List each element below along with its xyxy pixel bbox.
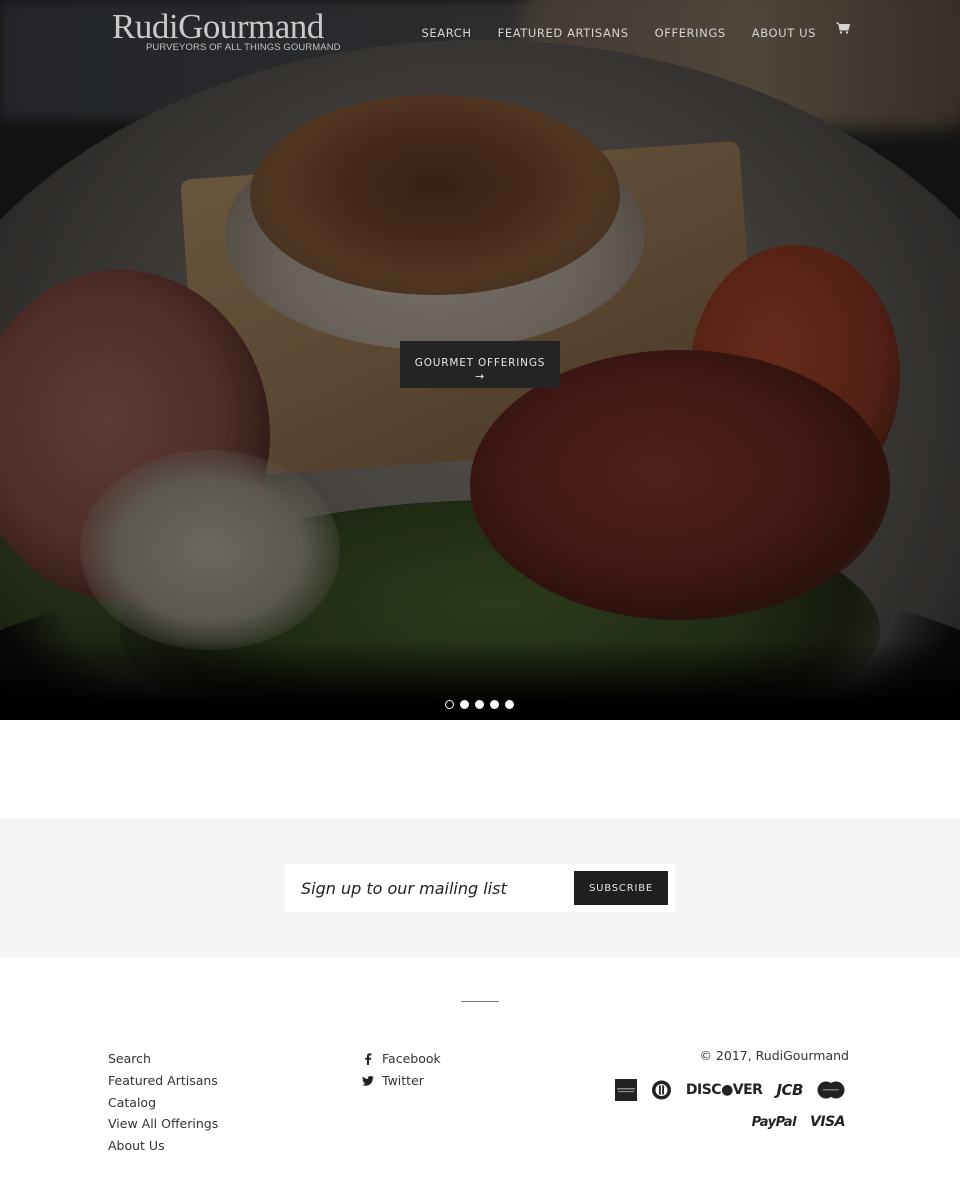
gourmet-offerings-button[interactable]: GOURMET OFFERINGS → <box>400 341 560 388</box>
social-item-twitter: Twitter <box>362 1070 441 1092</box>
footer-menu-item: View All Offerings <box>108 1113 218 1135</box>
visa-icon: VISA <box>810 1114 845 1130</box>
main-nav: Search Featured Artisans Offerings About… <box>395 22 850 40</box>
slide-dot-5[interactable] <box>505 700 514 709</box>
copyright-text: © 2017, RudiGourmand <box>699 1048 849 1063</box>
footer-menu-item: Featured Artisans <box>108 1070 218 1092</box>
cart-button[interactable] <box>836 22 850 34</box>
nav-offerings[interactable]: Offerings <box>655 26 726 40</box>
footer-link-catalog[interactable]: Catalog <box>108 1095 156 1110</box>
payment-icons-row-2: PayPal VISA <box>738 1114 846 1130</box>
subscribe-button[interactable]: SUBSCRIBE <box>574 871 668 905</box>
mastercard-icon <box>817 1081 845 1099</box>
footer-menu: Search Featured Artisans Catalog View Al… <box>108 1048 218 1157</box>
discover-icon: DISC●VER <box>685 1082 763 1098</box>
nav-about-us[interactable]: About Us <box>752 26 816 40</box>
footer-menu-item: Catalog <box>108 1092 218 1114</box>
social-item-facebook: Facebook <box>362 1048 441 1070</box>
footer-link-view-all-offerings[interactable]: View All Offerings <box>108 1116 218 1131</box>
logo-title: RudiGourmand <box>112 7 324 46</box>
arrow-right-icon: → <box>474 369 486 383</box>
slide-dot-4[interactable] <box>490 700 499 709</box>
content-spacer <box>0 720 960 818</box>
slideshow-pagination <box>445 700 520 709</box>
facebook-link[interactable]: Facebook <box>382 1051 441 1066</box>
american-express-icon <box>614 1079 637 1101</box>
nav-search[interactable]: Search <box>421 26 471 40</box>
logo-tagline: PURVEYORS OF ALL THINGS GOURMAND <box>146 42 341 53</box>
paypal-icon: PayPal <box>751 1114 797 1130</box>
cart-icon <box>836 22 850 34</box>
footer-divider <box>461 1001 499 1002</box>
footer-link-featured-artisans[interactable]: Featured Artisans <box>108 1073 218 1088</box>
logo-link[interactable]: RudiGourmand PURVEYORS OF ALL THINGS GOU… <box>112 7 354 53</box>
site-footer: Search Featured Artisans Catalog View Al… <box>0 957 960 1188</box>
site-header: RudiGourmand PURVEYORS OF ALL THINGS GOU… <box>0 0 960 70</box>
payment-icons-row-1: DISC●VER JCB <box>601 1079 845 1101</box>
newsletter-section: SUBSCRIBE <box>0 818 960 957</box>
social-links: Facebook Twitter <box>362 1048 441 1092</box>
slide-dot-3[interactable] <box>475 700 484 709</box>
twitter-icon <box>362 1075 374 1087</box>
twitter-link[interactable]: Twitter <box>382 1073 424 1088</box>
slide-dot-2[interactable] <box>460 700 469 709</box>
newsletter-email-input[interactable] <box>285 864 573 912</box>
diners-club-icon <box>651 1080 672 1100</box>
nav-featured-artisans[interactable]: Featured Artisans <box>498 26 629 40</box>
jcb-icon: JCB <box>776 1081 803 1099</box>
footer-menu-item: Search <box>108 1048 218 1070</box>
slide-dot-1[interactable] <box>445 700 454 709</box>
footer-link-search[interactable]: Search <box>108 1051 151 1066</box>
cta-label: GOURMET OFFERINGS <box>414 356 546 369</box>
facebook-icon <box>362 1053 374 1065</box>
hero-slideshow: RudiGourmand PURVEYORS OF ALL THINGS GOU… <box>0 0 960 720</box>
footer-link-about-us[interactable]: About Us <box>108 1138 165 1153</box>
footer-menu-item: About Us <box>108 1135 218 1157</box>
newsletter-form: SUBSCRIBE <box>285 864 675 912</box>
